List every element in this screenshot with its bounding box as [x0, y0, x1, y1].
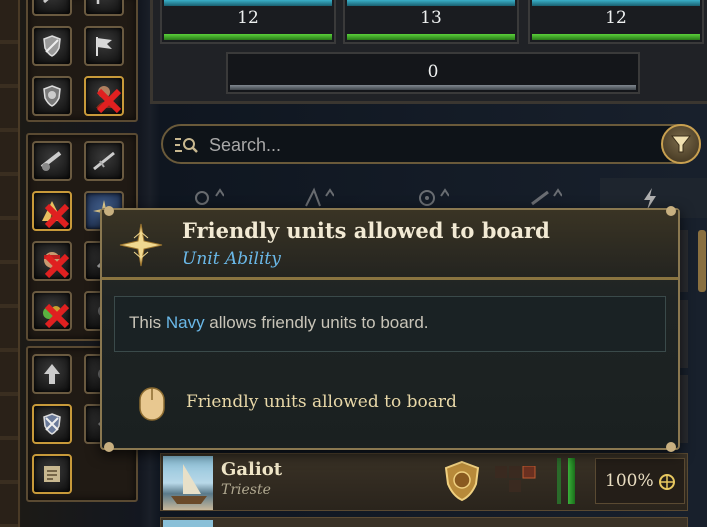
unit-location: Trieste [221, 482, 271, 498]
health-percent-box: 100% [595, 458, 685, 504]
stat-bar-progress [532, 34, 700, 40]
stat-bar-3: 12 [528, 0, 704, 44]
musket-icon [93, 151, 115, 171]
mouse-icon [139, 387, 165, 421]
action-panel-top [26, 0, 138, 122]
search-list-icon [175, 138, 198, 153]
unit-list-row[interactable] [160, 517, 688, 527]
description-keyword: Navy [165, 313, 205, 332]
description-text: This [129, 313, 166, 332]
stat-bar-fill [164, 0, 332, 6]
disabled-x-icon [44, 303, 70, 329]
tooltip-subtitle: Unit Ability [182, 249, 281, 269]
ability-tooltip: Friendly units allowed to board Unit Abi… [100, 206, 680, 452]
cannon-button[interactable] [32, 141, 72, 181]
tooltip-corner [104, 442, 114, 452]
banner-icon [96, 37, 112, 56]
shield-icon [43, 413, 61, 435]
document-icon [44, 466, 60, 482]
tab-icon-infantry[interactable] [300, 184, 334, 210]
description-text: allows friendly units to board. [204, 313, 429, 332]
tooltip-corner [666, 206, 676, 216]
shield-icon [43, 85, 61, 107]
left-edge-strip [0, 0, 20, 527]
arrow-icon [43, 0, 49, 4]
morale-bar [557, 458, 561, 504]
tab-icon-artillery[interactable] [415, 184, 449, 210]
up-arrow-icon [44, 364, 60, 384]
upgrade-button[interactable] [32, 354, 72, 394]
disabled-x-icon [44, 203, 70, 229]
tooltip-description: This Navy allows friendly units to board… [114, 296, 666, 352]
health-percent: 100% [605, 471, 654, 491]
ship-thumbnail [163, 456, 213, 510]
details-button[interactable] [32, 454, 72, 494]
stat-bar-fill [532, 0, 700, 6]
stat-value: 0 [427, 62, 439, 82]
tooltip-header: Friendly units allowed to board Unit Abi… [102, 210, 678, 280]
soldier-disabled-button[interactable] [84, 76, 124, 116]
stat-bar-1: 12 [160, 0, 336, 44]
scrollbar-thumb[interactable] [698, 230, 706, 292]
shield-icon [43, 35, 61, 57]
shield-sword-button[interactable] [32, 26, 72, 66]
flag-icon [96, 0, 100, 4]
stat-bar-progress [230, 85, 636, 90]
food-disabled-button[interactable] [32, 291, 72, 331]
shield-button[interactable] [32, 76, 72, 116]
unit-rank-badge-icon [444, 460, 480, 502]
action-button[interactable] [32, 0, 72, 16]
search-input[interactable] [209, 132, 629, 158]
unit-list-row[interactable]: Galiot Trieste 100% [160, 453, 688, 511]
search-bar [161, 124, 701, 164]
banner-button[interactable] [84, 26, 124, 66]
stat-value: 13 [420, 8, 442, 28]
musket-button[interactable] [84, 141, 124, 181]
ability-star-icon [119, 223, 163, 267]
stat-value: 12 [237, 8, 259, 28]
stat-value: 12 [605, 8, 627, 28]
tooltip-requirement: Friendly units allowed to board [186, 392, 457, 412]
tooltip-corner [104, 206, 114, 216]
tab-icon-cannon[interactable] [528, 184, 562, 210]
replenish-icon [659, 474, 675, 490]
disabled-x-icon [96, 88, 122, 114]
tooltip-title: Friendly units allowed to board [182, 218, 550, 243]
filter-button[interactable] [661, 124, 701, 164]
cannon-icon [40, 151, 62, 171]
action-button[interactable] [84, 0, 124, 16]
stat-bar-progress [164, 34, 332, 40]
stat-bar-fill [347, 0, 515, 6]
stat-bar-2: 13 [343, 0, 519, 44]
unit-name: Galiot [221, 459, 283, 480]
disabled-x-icon [44, 253, 70, 279]
formation-icon [495, 466, 536, 492]
tab-icon-cavalry[interactable] [190, 184, 224, 210]
camp-button[interactable] [32, 191, 72, 231]
filter-icon [670, 135, 692, 153]
tooltip-corner [666, 442, 676, 452]
stat-bar-progress [347, 34, 515, 40]
pirate-disabled-button[interactable] [32, 241, 72, 281]
health-bar [568, 458, 575, 504]
ship-icon [171, 464, 207, 504]
stat-bar-wide: 0 [226, 52, 640, 94]
ship-thumbnail [163, 520, 213, 527]
shield-swords-button[interactable] [32, 404, 72, 444]
